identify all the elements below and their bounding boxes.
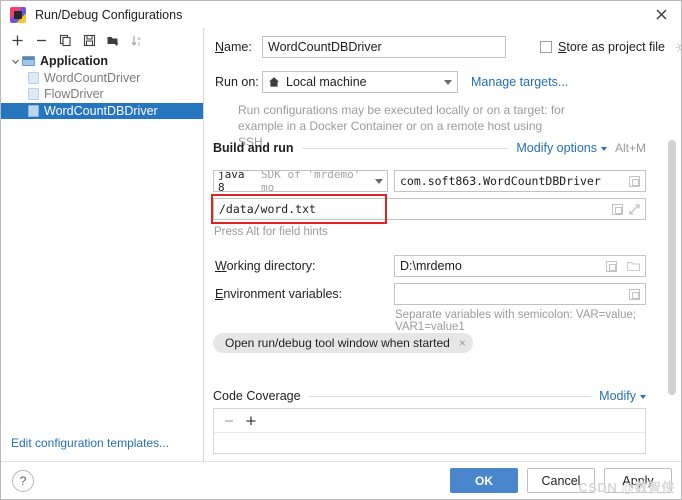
- open-tool-window-chip-label: Open run/debug tool window when started: [225, 336, 450, 350]
- configurations-tree: Application WordCountDriver FlowDriver W…: [1, 53, 203, 119]
- copy-configuration-icon[interactable]: [54, 30, 76, 50]
- modify-options-shortcut: Alt+M: [614, 141, 646, 155]
- help-button[interactable]: ?: [12, 469, 34, 492]
- jre-dropdown[interactable]: java 8 SDK of 'mrdemo' mo: [213, 170, 388, 192]
- environment-variables-input[interactable]: [394, 283, 646, 305]
- sidebar-toolbar: a z: [1, 28, 203, 52]
- run-on-hint-line-1: Run configurations may be executed local…: [238, 103, 565, 117]
- main-class-input[interactable]: com.soft863.WordCountDBDriver: [394, 170, 646, 192]
- macro-insert-icon[interactable]: [612, 203, 623, 215]
- move-into-folder-icon[interactable]: [102, 30, 124, 50]
- home-icon: [268, 76, 280, 88]
- field-hints-text: Press Alt for field hints: [214, 226, 328, 238]
- environment-variables-hint: Separate variables with semicolon: VAR=v…: [395, 309, 637, 333]
- jre-value: java 8: [218, 170, 245, 192]
- add-pattern-icon[interactable]: [244, 414, 258, 428]
- tree-group-label: Application: [40, 54, 109, 69]
- close-icon[interactable]: ×: [459, 337, 466, 349]
- footer-buttons: OK Cancel Apply: [450, 468, 672, 493]
- environment-variables-label: Environment variables:: [215, 287, 343, 301]
- run-debug-configurations-dialog: Run/Debug Configurations a z Application…: [0, 0, 682, 500]
- form-scrollbar[interactable]: [668, 140, 676, 395]
- close-icon[interactable]: [639, 1, 681, 27]
- intellij-app-icon: [10, 6, 26, 23]
- gear-icon[interactable]: [675, 41, 681, 54]
- build-and-run-title: Build and run: [213, 141, 294, 155]
- store-as-project-file-label: Store as project file: [558, 40, 666, 54]
- title-bar: Run/Debug Configurations: [1, 1, 681, 29]
- cancel-button[interactable]: Cancel: [527, 468, 595, 493]
- ok-button[interactable]: OK: [450, 468, 518, 493]
- browse-folder-icon[interactable]: [626, 261, 641, 272]
- run-on-label: Run on:: [215, 75, 259, 89]
- chevron-down-icon[interactable]: [9, 55, 21, 67]
- edit-environment-variables-icon[interactable]: [629, 288, 640, 300]
- program-arguments-input[interactable]: /data/word.txt: [213, 198, 646, 220]
- coverage-patterns-list: [213, 408, 646, 454]
- manage-targets-link[interactable]: Manage targets...: [471, 75, 568, 89]
- jre-value-detail: SDK of 'mrdemo' mo: [261, 170, 361, 192]
- chevron-down-icon: [375, 178, 383, 184]
- code-coverage-title: Code Coverage: [213, 389, 301, 403]
- section-divider: [308, 395, 592, 397]
- build-and-run-section-header: Build and run Modify options Alt+M: [213, 141, 646, 155]
- save-configuration-icon[interactable]: [78, 30, 100, 50]
- apply-button[interactable]: Apply: [604, 468, 672, 493]
- code-coverage-modify-link[interactable]: Modify: [599, 389, 646, 403]
- configurations-sidebar: a z Application WordCountDriver FlowDriv…: [1, 28, 204, 463]
- dialog-footer: ? OK Cancel Apply CSDN @数智侠: [1, 461, 681, 499]
- run-config-icon: [28, 88, 39, 101]
- edit-configuration-templates-link[interactable]: Edit configuration templates...: [11, 436, 169, 450]
- name-input[interactable]: WordCountDBDriver: [262, 36, 506, 58]
- dialog-title: Run/Debug Configurations: [35, 7, 183, 22]
- working-directory-input[interactable]: D:\mrdemo: [394, 255, 646, 277]
- main-class-value: com.soft863.WordCountDBDriver: [400, 174, 601, 188]
- expand-editor-icon[interactable]: [629, 203, 640, 215]
- configuration-form: Name: WordCountDBDriver Store as project…: [205, 28, 681, 463]
- macro-insert-icon[interactable]: [606, 260, 617, 272]
- code-coverage-section-header: Code Coverage Modify: [213, 389, 646, 403]
- chevron-down-icon: [444, 79, 452, 85]
- run-on-value: Local machine: [286, 75, 367, 89]
- run-config-icon: [28, 71, 39, 84]
- program-arguments-value: /data/word.txt: [219, 202, 316, 216]
- working-directory-label: Working directory:: [215, 259, 316, 273]
- working-directory-value: D:\mrdemo: [400, 259, 462, 273]
- remove-configuration-icon[interactable]: [30, 30, 52, 50]
- add-configuration-icon[interactable]: [6, 30, 28, 50]
- application-folder-icon: [22, 55, 35, 67]
- open-tool-window-chip[interactable]: Open run/debug tool window when started …: [213, 333, 473, 353]
- tree-item-label: WordCountDriver: [44, 70, 141, 85]
- sidebar-item-flowdriver[interactable]: FlowDriver: [1, 86, 203, 103]
- sidebar-item-wordcountdriver[interactable]: WordCountDriver: [1, 70, 203, 87]
- store-as-project-file-row[interactable]: Store as project file: [540, 40, 681, 54]
- store-as-project-file-checkbox[interactable]: [540, 41, 552, 53]
- modify-options-link[interactable]: Modify options: [516, 141, 607, 155]
- run-on-dropdown[interactable]: Local machine: [262, 71, 458, 93]
- tree-item-label: WordCountDBDriver: [44, 103, 158, 118]
- tree-group-application[interactable]: Application: [1, 53, 203, 70]
- sidebar-item-wordcountdbdriver[interactable]: WordCountDBDriver: [1, 102, 203, 119]
- browse-class-icon[interactable]: [629, 175, 640, 187]
- name-label: Name:: [215, 40, 252, 54]
- coverage-list-toolbar: [214, 409, 645, 433]
- run-config-icon: [28, 104, 39, 117]
- tree-item-label: FlowDriver: [44, 87, 104, 102]
- svg-text:z: z: [137, 41, 140, 47]
- form-scrollbar-thumb[interactable]: [668, 140, 676, 395]
- remove-pattern-icon[interactable]: [222, 414, 236, 428]
- section-divider: [301, 147, 509, 149]
- sort-alphabetically-icon[interactable]: a z: [126, 30, 148, 50]
